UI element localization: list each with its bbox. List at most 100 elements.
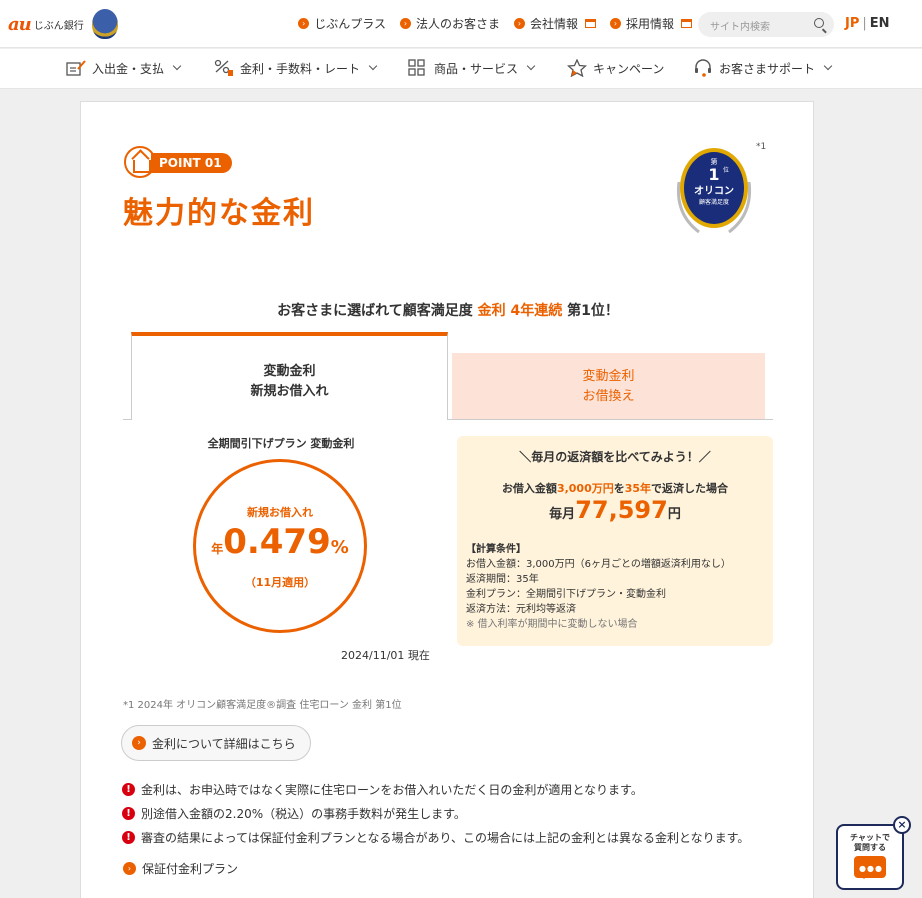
compare-loan-amount: 3,000万円 xyxy=(556,482,614,495)
tab-line1: 変動金利 xyxy=(263,364,316,379)
bank-logo[interactable]: au じぶん銀行 xyxy=(8,14,84,35)
lang-en-link[interactable]: EN xyxy=(870,16,890,31)
logo-au-mark: au xyxy=(8,14,32,35)
subhead-post: 第1位！ xyxy=(562,303,619,319)
badge-name: オリコン xyxy=(694,185,734,197)
plan-label: 全期間引下げプラン 変動金利 xyxy=(207,437,355,450)
nav-item-deposit-payment[interactable]: 入出金・支払 xyxy=(66,59,182,77)
rate-prefix: 年 xyxy=(211,542,224,556)
pen-note-icon xyxy=(66,60,86,76)
rate-as-of-date: 2024/11/01 現在 xyxy=(341,649,430,662)
top-header: au じぶん銀行 › じぶんプラス › 法人のお客さま › 会社情報 › 採用情… xyxy=(0,0,922,48)
monthly-payment: 毎月77,597円 xyxy=(457,496,773,524)
emblem-icon xyxy=(92,9,118,39)
search-icon[interactable] xyxy=(814,18,824,28)
warning-text: 金利は、お申込時ではなく実際に住宅ローンをお借入れいただく日の金利が適用となりま… xyxy=(141,782,643,797)
nav-item-label: 金利・手数料・レート xyxy=(240,61,361,76)
header-link-recruit[interactable]: › 採用情報 xyxy=(609,15,692,32)
nav-item-label: キャンペーン xyxy=(593,61,665,76)
tab-variable-refinance[interactable]: 変動金利 お借換え xyxy=(452,353,765,419)
award-footnote: *1 2024年 オリコン顧客満足度®調査 住宅ローン 金利 第1位 xyxy=(123,700,402,711)
chat-bubble-icon: ●●● xyxy=(854,856,886,879)
interest-rate-value: 年0.479% xyxy=(196,522,364,562)
badge-sub: 顧客満足度 xyxy=(699,198,729,206)
condition-line: 返済方法：元利均等返済 xyxy=(466,604,576,615)
site-search-input[interactable]: サイト内検索 xyxy=(698,12,834,37)
chevron-down-icon xyxy=(172,61,182,71)
subhead-pre: お客さまに選ばれて顧客満足度 xyxy=(277,303,478,319)
detail-button-label: 金利について詳細はこちら xyxy=(152,736,296,751)
compare-condition-line: お借入金額3,000万円を35年で返済した場合 xyxy=(457,480,773,496)
tab-line1: 変動金利 xyxy=(582,369,635,384)
nav-item-rates-fees[interactable]: 金利・手数料・レート xyxy=(214,59,378,77)
header-link-label: 法人のお客さま xyxy=(415,17,500,31)
lang-jp-link[interactable]: JP xyxy=(845,16,859,31)
nav-item-products[interactable]: 商品・サービス xyxy=(408,59,536,77)
rate-applied-label: （11月適用） xyxy=(244,576,316,589)
exclamation-icon: ! xyxy=(122,830,135,844)
arrow-right-icon: › xyxy=(399,18,411,29)
monthly-amount: 77,597 xyxy=(575,496,668,524)
rate-section-card: POINT 01 魅力的な金利 第 1 位 オリコン 顧客満足度 *1 お客さま… xyxy=(80,101,814,898)
chat-label-line2: 質問する xyxy=(854,843,886,852)
percent-icon xyxy=(214,59,233,76)
condition-line: お借入金額：3,000万円（6ヶ月ごとの増額返済利用なし） xyxy=(466,559,731,570)
nav-item-support[interactable]: お客さまサポート xyxy=(693,59,833,77)
language-switch: JP | EN xyxy=(845,16,890,31)
chevron-down-icon xyxy=(823,61,833,71)
rate-percent: % xyxy=(330,537,349,558)
arrow-right-icon: › xyxy=(132,736,146,750)
condition-line: 返済期間：35年 xyxy=(466,574,539,585)
warning-item: ! 審査の結果によっては保証付金利プランとなる場合があり、この場合には上記の金利… xyxy=(122,825,749,849)
compare-line-text: お借入金額 xyxy=(501,482,557,495)
warning-item: ! 金利は、お申込時ではなく実際に住宅ローンをお借入れいただく日の金利が適用とな… xyxy=(122,777,749,801)
condition-line: 金利プラン：全期間引下げプラン・変動金利 xyxy=(466,589,666,600)
warning-text: 審査の結果によっては保証付金利プランとなる場合があり、この場合には上記の金利とは… xyxy=(141,830,750,845)
rate-detail-button[interactable]: › 金利について詳細はこちら xyxy=(121,725,311,761)
compare-line-text: で返済した場合 xyxy=(651,482,729,495)
condition-note: ※ 借入利率が期間中に変動しない場合 xyxy=(466,619,638,630)
header-link-label: 採用情報 xyxy=(625,17,674,31)
search-placeholder: サイト内検索 xyxy=(710,22,770,33)
chat-close-button[interactable]: × xyxy=(893,816,911,834)
compare-heading: ＼毎月の返済額を比べてみよう！／ xyxy=(519,450,711,464)
chat-widget-button[interactable]: チャットで 質問する ●●● xyxy=(836,824,904,890)
rate-circle: 新規お借入れ 年0.479% （11月適用） xyxy=(193,459,367,633)
warning-item: ! 別途借入金額の2.20%（税込）の事務手数料が発生します。 xyxy=(122,801,749,825)
global-nav: 入出金・支払 金利・手数料・レート 商品・サービス キャンペーン お客さまサポー… xyxy=(0,49,922,89)
award-subheading: お客さまに選ばれて顧客満足度 金利 4年連続 第1位！ xyxy=(81,300,815,320)
header-link-label: 会社情報 xyxy=(529,17,578,31)
warning-list: ! 金利は、お申込時ではなく実際に住宅ローンをお借入れいただく日の金利が適用とな… xyxy=(122,777,749,849)
conditions-title: 【計算条件】 xyxy=(466,544,526,555)
lang-separator: | xyxy=(862,16,867,31)
grid-icon xyxy=(408,59,425,76)
headset-icon xyxy=(695,59,711,77)
exclamation-icon: ! xyxy=(122,806,135,820)
compare-line-text: を xyxy=(613,482,625,495)
tab-line2: お借換え xyxy=(582,389,635,404)
subhead-highlight: 金利 4年連続 xyxy=(477,303,563,319)
chevron-down-icon xyxy=(526,61,536,71)
page-title: 魅力的な金利 xyxy=(123,196,315,231)
arrow-right-icon: › xyxy=(513,18,525,29)
header-link-corporate[interactable]: › 法人のお客さま xyxy=(399,15,500,32)
monthly-unit: 円 xyxy=(667,507,681,522)
arrow-right-icon: › xyxy=(123,862,136,875)
star-icon xyxy=(567,59,587,77)
nav-item-label: お客さまサポート xyxy=(719,61,816,76)
header-link-company-info[interactable]: › 会社情報 xyxy=(513,15,596,32)
tab-line2: 新規お借入れ xyxy=(250,384,329,399)
link-label: 保証付金利プラン xyxy=(142,862,239,876)
logo-bank-name: じぶん銀行 xyxy=(33,21,84,32)
badge-footnote-mark: *1 xyxy=(756,142,767,152)
header-link-label: じぶんプラス xyxy=(314,17,386,31)
exclamation-icon: ! xyxy=(122,782,135,796)
repayment-compare-box: ＼毎月の返済額を比べてみよう！／ お借入金額3,000万円を35年で返済した場合… xyxy=(457,436,773,646)
guaranteed-rate-plan-link[interactable]: › 保証付金利プラン xyxy=(123,860,238,877)
header-link-jibun-plus[interactable]: › じぶんプラス xyxy=(298,15,386,32)
nav-item-campaign[interactable]: キャンペーン xyxy=(567,59,664,77)
badge-rank: 1 xyxy=(708,165,719,184)
tab-variable-new-loan[interactable]: 変動金利 新規お借入れ xyxy=(131,332,448,420)
rate-number: 0.479 xyxy=(223,522,331,562)
oricon-award-badge-icon: 第 1 位 オリコン 顧客満足度 xyxy=(676,148,752,234)
